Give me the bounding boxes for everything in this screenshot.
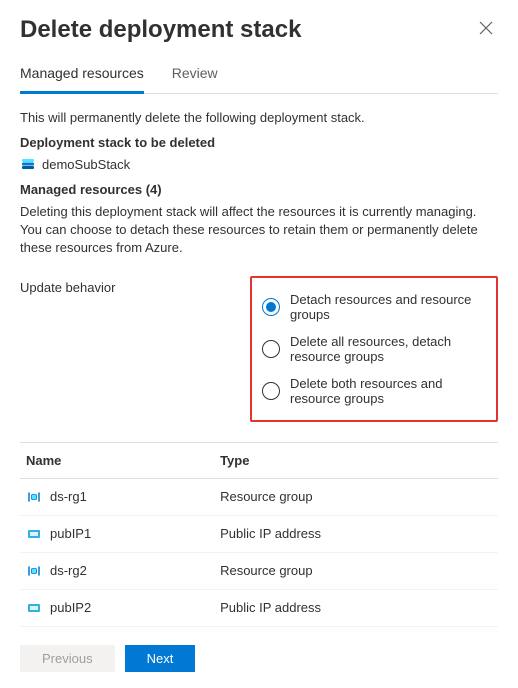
- next-button[interactable]: Next: [125, 645, 196, 672]
- stack-section-label: Deployment stack to be deleted: [20, 135, 498, 150]
- radio-option-delete-both[interactable]: Delete both resources and resource group…: [262, 370, 486, 412]
- radio-label: Delete all resources, detach resource gr…: [290, 334, 486, 364]
- resource-name: ds-rg2: [50, 563, 87, 578]
- table-row[interactable]: ds-rg2 Resource group: [20, 552, 498, 589]
- public-ip-icon: [26, 600, 42, 616]
- radio-icon: [262, 382, 280, 400]
- tab-managed-resources[interactable]: Managed resources: [20, 65, 144, 94]
- tab-review[interactable]: Review: [172, 65, 218, 94]
- tab-bar: Managed resources Review: [20, 65, 498, 94]
- intro-text: This will permanently delete the followi…: [20, 110, 498, 125]
- column-header-name[interactable]: Name: [20, 442, 214, 478]
- resource-group-icon: [26, 489, 42, 505]
- close-button[interactable]: [474, 16, 498, 45]
- dialog-header: Delete deployment stack: [20, 16, 498, 45]
- public-ip-icon: [26, 526, 42, 542]
- radio-option-detach[interactable]: Detach resources and resource groups: [262, 286, 486, 328]
- resources-table: Name Type ds-rg1 Resource group pubIP1 Publ…: [20, 442, 498, 627]
- resource-type: Resource group: [214, 552, 498, 589]
- close-icon: [478, 20, 494, 36]
- resource-type: Resource group: [214, 478, 498, 515]
- radio-icon: [262, 298, 280, 316]
- stack-icon: [20, 156, 36, 172]
- radio-label: Detach resources and resource groups: [290, 292, 486, 322]
- radio-label: Delete both resources and resource group…: [290, 376, 486, 406]
- resource-group-icon: [26, 563, 42, 579]
- dialog-footer: Previous Next: [20, 645, 498, 672]
- update-behavior-label: Update behavior: [20, 276, 240, 295]
- table-row[interactable]: pubIP2 Public IP address: [20, 589, 498, 626]
- radio-icon: [262, 340, 280, 358]
- update-behavior-radio-group: Detach resources and resource groups Del…: [250, 276, 498, 422]
- resource-name: ds-rg1: [50, 489, 87, 504]
- resource-type: Public IP address: [214, 589, 498, 626]
- table-row[interactable]: pubIP1 Public IP address: [20, 515, 498, 552]
- dialog-title: Delete deployment stack: [20, 16, 301, 44]
- column-header-type[interactable]: Type: [214, 442, 498, 478]
- update-behavior-row: Update behavior Detach resources and res…: [20, 276, 498, 422]
- radio-option-delete-resources[interactable]: Delete all resources, detach resource gr…: [262, 328, 486, 370]
- managed-resources-label: Managed resources (4): [20, 182, 498, 197]
- description-text: Deleting this deployment stack will affe…: [20, 203, 498, 258]
- stack-row: demoSubStack: [20, 156, 498, 172]
- previous-button[interactable]: Previous: [20, 645, 115, 672]
- resource-name: pubIP2: [50, 600, 91, 615]
- resource-type: Public IP address: [214, 515, 498, 552]
- table-row[interactable]: ds-rg1 Resource group: [20, 478, 498, 515]
- resource-name: pubIP1: [50, 526, 91, 541]
- table-header-row: Name Type: [20, 442, 498, 478]
- stack-name: demoSubStack: [42, 157, 130, 172]
